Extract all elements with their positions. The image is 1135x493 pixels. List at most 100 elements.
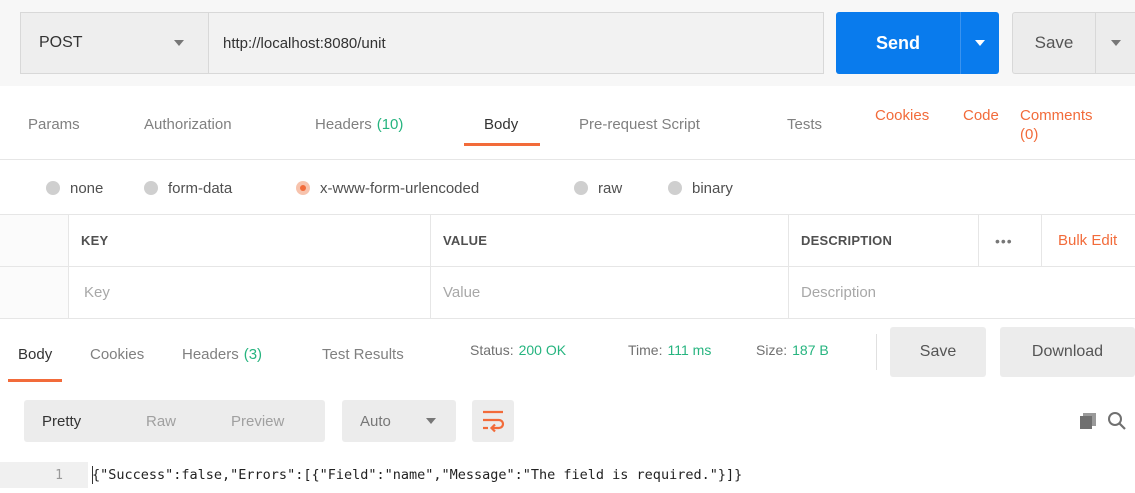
params-table: KEY VALUE DESCRIPTION ••• Bulk Edit Key … <box>0 214 1135 319</box>
view-raw-button[interactable]: Raw <box>146 400 176 442</box>
more-dots-icon: ••• <box>995 232 1013 249</box>
tab-label: Headers <box>315 115 372 133</box>
response-tab-body[interactable]: Body <box>8 322 63 386</box>
radio-label: raw <box>598 179 623 197</box>
chevron-down-icon <box>426 418 436 424</box>
url-input[interactable]: http://localhost:8080/unit <box>208 12 824 74</box>
request-bar: POST http://localhost:8080/unit Send Sav… <box>0 0 1135 86</box>
line-number: 1 <box>0 462 88 488</box>
tab-label: Cookies <box>90 345 145 363</box>
send-button[interactable]: Send <box>836 12 960 74</box>
tab-label: Test Results <box>322 345 404 363</box>
response-tab-headers[interactable]: Headers (3) <box>182 322 262 386</box>
tab-tests[interactable]: Tests <box>787 94 822 154</box>
radio-circle-icon <box>144 181 158 195</box>
cookies-link[interactable]: Cookies <box>875 106 929 125</box>
column-key-header: KEY <box>68 215 430 266</box>
radio-circle-icon <box>668 181 682 195</box>
status-label: Status: <box>470 342 514 358</box>
table-header-row: KEY VALUE DESCRIPTION ••• Bulk Edit <box>0 215 1135 267</box>
code-line: {"Success":false,"Errors":[{"Field":"nam… <box>92 467 743 483</box>
column-value-header: VALUE <box>430 215 788 266</box>
tab-label: Authorization <box>144 115 232 133</box>
copy-icon[interactable] <box>1080 413 1096 429</box>
description-input[interactable]: Description <box>788 267 1135 318</box>
active-tab-indicator <box>8 379 63 382</box>
chevron-down-icon <box>1111 40 1121 46</box>
time-value: 111 ms <box>667 342 712 358</box>
tab-label: Params <box>28 115 80 133</box>
tab-label: Tests <box>787 115 823 133</box>
tab-count: (3) <box>243 345 263 363</box>
time-label: Time: <box>628 342 663 358</box>
response-tab-cookies[interactable]: Cookies <box>90 322 144 386</box>
active-tab-indicator <box>464 143 541 146</box>
radio-label: binary <box>692 179 733 197</box>
chevron-down-icon <box>174 40 184 46</box>
method-label: POST <box>39 34 83 51</box>
tab-label: Body <box>18 345 53 363</box>
more-options-button[interactable]: ••• <box>978 215 1041 266</box>
tab-params[interactable]: Params <box>28 94 80 154</box>
tab-label: Body <box>484 115 519 133</box>
save-button-group: Save <box>1012 12 1135 74</box>
radio-circle-icon <box>46 181 60 195</box>
download-button[interactable]: Download <box>1000 327 1135 377</box>
send-button-group: Send <box>836 12 999 74</box>
response-tab-test-results[interactable]: Test Results <box>322 322 404 386</box>
radio-label: x-www-form-urlencoded <box>320 179 480 197</box>
radio-label: form-data <box>168 179 233 197</box>
radio-form-data[interactable]: form-data <box>144 162 232 214</box>
tab-body[interactable]: Body <box>464 94 541 154</box>
tab-pre-request-script[interactable]: Pre-request Script <box>579 94 700 154</box>
view-preview-button[interactable]: Preview <box>231 400 284 442</box>
response-size: Size: 187 B <box>756 322 829 378</box>
search-icon[interactable] <box>1107 411 1127 431</box>
radio-none[interactable]: none <box>46 162 103 214</box>
save-response-button[interactable]: Save <box>890 327 986 377</box>
tab-headers[interactable]: Headers (10) <box>315 94 403 154</box>
save-options-button[interactable] <box>1095 13 1135 73</box>
wrap-lines-button[interactable] <box>472 400 514 442</box>
format-select[interactable]: Auto <box>342 400 456 442</box>
format-label: Auto <box>360 412 391 430</box>
wrap-lines-icon <box>483 410 505 433</box>
bulk-edit-label: Bulk Edit <box>1058 232 1118 249</box>
column-description-header: DESCRIPTION <box>788 215 978 266</box>
radio-circle-icon <box>574 181 588 195</box>
divider <box>876 334 877 370</box>
save-button[interactable]: Save <box>1013 13 1095 73</box>
key-input[interactable]: Key <box>68 267 430 318</box>
tab-authorization[interactable]: Authorization <box>144 94 232 154</box>
url-value: http://localhost:8080/unit <box>223 34 386 52</box>
radio-binary[interactable]: binary <box>668 162 733 214</box>
view-mode-group: Pretty Raw Preview <box>24 400 325 442</box>
response-time: Time: 111 ms <box>628 322 711 378</box>
value-input[interactable]: Value <box>430 267 788 318</box>
comments-count: (0) <box>1020 126 1039 143</box>
response-view-toolbar: Pretty Raw Preview Auto <box>0 390 1135 452</box>
response-status: Status: 200 OK <box>470 322 566 378</box>
radio-raw[interactable]: raw <box>574 162 622 214</box>
comments-label: Comments <box>1020 107 1093 124</box>
code-link[interactable]: Code <box>963 106 999 125</box>
method-select[interactable]: POST <box>20 12 208 74</box>
tab-label: Headers <box>182 345 239 363</box>
radio-x-www-form-urlencoded[interactable]: x-www-form-urlencoded <box>296 162 479 214</box>
bulk-edit-link[interactable]: Bulk Edit <box>1041 215 1135 266</box>
table-row: Key Value Description <box>0 267 1135 319</box>
radio-label: none <box>70 179 104 197</box>
size-label: Size: <box>756 342 788 358</box>
send-options-button[interactable] <box>960 12 999 74</box>
size-value: 187 B <box>792 342 829 358</box>
view-pretty-button[interactable]: Pretty <box>42 400 81 442</box>
chevron-down-icon <box>975 40 985 46</box>
radio-selected-icon <box>296 181 310 195</box>
response-body-editor[interactable]: 1 {"Success":false,"Errors":[{"Field":"n… <box>0 462 1135 488</box>
body-type-options: none form-data x-www-form-urlencoded raw… <box>0 162 1135 214</box>
tab-label: Pre-request Script <box>579 115 700 133</box>
request-tabs: Params Authorization Headers (10) Body P… <box>0 94 1135 160</box>
status-value: 200 OK <box>518 342 567 358</box>
comments-link[interactable]: Comments (0) <box>1020 106 1093 144</box>
tab-count: (10) <box>376 115 404 133</box>
